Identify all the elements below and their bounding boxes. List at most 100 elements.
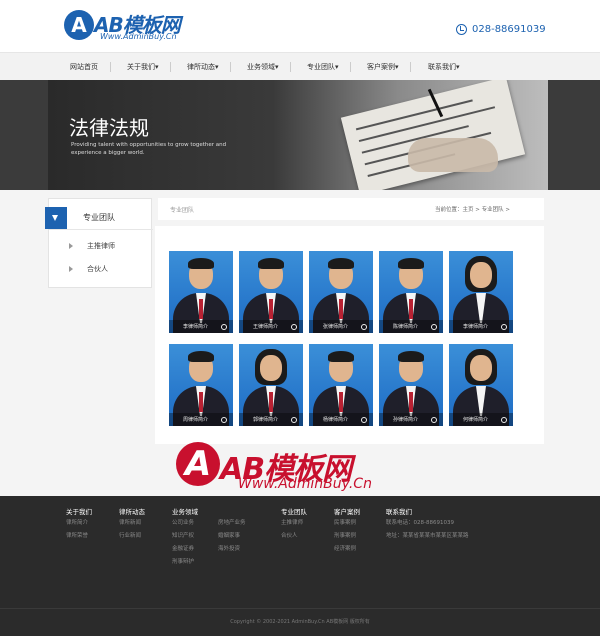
footer-column-practice: 业务领域 公司业务 知识产权 金融证券 刑事辩护 <box>172 506 198 572</box>
nav-divider <box>110 62 111 72</box>
nav-practice[interactable]: 业务领域▾ <box>247 53 279 81</box>
site-logo[interactable]: A AB模板网 Www.AdminBuy.Cn <box>64 10 184 44</box>
footer-link[interactable]: 行业新闻 <box>119 533 145 540</box>
team-member-card[interactable]: 陈律师简介 <box>379 251 443 333</box>
link-icon <box>221 417 227 423</box>
team-member-card[interactable]: 孙律师简介 <box>379 344 443 426</box>
nav-divider <box>290 62 291 72</box>
nav-news[interactable]: 律所动态▾ <box>187 53 219 81</box>
logo-mark-icon: A <box>64 10 94 40</box>
team-grid: 李律师简介 王律师简介 张律师简介 陈律师简介 李律师简介 周律师简介 郭律师简… <box>155 226 544 444</box>
footer-link[interactable]: 刑事辩护 <box>172 559 198 566</box>
link-icon <box>361 324 367 330</box>
footer-link[interactable]: 民事案例 <box>334 520 360 527</box>
team-member-name: 杨律师简介 <box>323 417 349 423</box>
link-icon <box>501 324 507 330</box>
banner-subtitle: Providing talent with opportunities to g… <box>71 142 227 156</box>
nav-about[interactable]: 关于我们▾ <box>127 53 159 81</box>
link-icon <box>501 417 507 423</box>
team-member-name: 李律师简介 <box>183 324 209 330</box>
footer-heading: 律所动态 <box>119 508 145 516</box>
team-member-card[interactable]: 何律师简介 <box>449 344 513 426</box>
nav-divider <box>230 62 231 72</box>
footer-link[interactable]: 律所简介 <box>66 520 92 527</box>
team-member-name: 陈律师简介 <box>393 324 419 330</box>
sidebar-item-label: 合伙人 <box>87 265 108 273</box>
sidebar-flag-icon <box>45 207 67 229</box>
link-icon <box>221 324 227 330</box>
site-header: A AB模板网 Www.AdminBuy.Cn 028-88691039 <box>0 0 600 52</box>
header-phone: 028-88691039 <box>456 22 546 36</box>
sidebar-item-partners[interactable]: 合伙人 <box>49 261 153 277</box>
sidebar: 专业团队 主推律师 合伙人 <box>45 198 153 288</box>
link-icon <box>291 324 297 330</box>
team-member-card[interactable]: 周律师简介 <box>169 344 233 426</box>
footer-column-about: 关于我们 律所简介 律所荣誉 <box>66 506 92 546</box>
breadcrumb[interactable]: 当前位置：主页 > 专业团队 > <box>435 205 510 213</box>
team-member-card[interactable]: 李律师简介 <box>169 251 233 333</box>
nav-team[interactable]: 专业团队▾ <box>307 53 339 81</box>
nav-cases[interactable]: 客户案例▾ <box>367 53 399 81</box>
footer-heading: 联系我们 <box>386 508 412 516</box>
footer-column-contact: 联系我们 联系电话：028-88691039 地址：某某省某某市某某区某某路 <box>386 506 469 546</box>
banner-title: 法律法规 <box>69 116 149 140</box>
sidebar-header: 专业团队 <box>45 203 153 229</box>
team-member-card[interactable]: 李律师简介 <box>449 251 513 333</box>
nav-divider <box>410 62 411 72</box>
footer-link[interactable]: 主推律师 <box>281 520 307 527</box>
footer-column-practice-2: 房地产业务 婚姻家事 海外投资 <box>218 506 246 559</box>
team-member-card[interactable]: 郭律师简介 <box>239 344 303 426</box>
footer-link[interactable]: 知识产权 <box>172 533 198 540</box>
team-member-card[interactable]: 杨律师简介 <box>309 344 373 426</box>
phone-icon <box>456 23 467 35</box>
watermark-logo: A AB模板网 Www.AdminBuy.Cn <box>176 442 416 498</box>
page: A AB模板网 Www.AdminBuy.Cn 028-88691039 网站首… <box>0 0 600 636</box>
watermark-subtext: Www.AdminBuy.Cn <box>238 476 372 492</box>
nav-contact[interactable]: 联系我们▾ <box>428 53 460 81</box>
nav-divider <box>170 62 171 72</box>
link-icon <box>291 417 297 423</box>
footer-contact-address: 地址：某某省某某市某某区某某路 <box>386 533 469 539</box>
footer-column-cases: 客户案例 民事案例 刑事案例 经济案例 <box>334 506 360 559</box>
footer-link[interactable]: 婚姻家事 <box>218 533 246 540</box>
team-member-name: 周律师简介 <box>183 417 209 423</box>
copyright-text: Copyright © 2002-2021 AdminBuy.Cn AB模板网 … <box>230 619 370 625</box>
footer-link[interactable]: 律所荣誉 <box>66 533 92 540</box>
team-member-name: 郭律师简介 <box>253 417 279 423</box>
footer-link[interactable]: 经济案例 <box>334 546 360 553</box>
watermark-mark-icon: A <box>176 442 220 486</box>
sidebar-divider <box>49 229 153 230</box>
team-member-card[interactable]: 张律师简介 <box>309 251 373 333</box>
footer-link[interactable]: 刑事案例 <box>334 533 360 540</box>
team-member-name: 王律师简介 <box>253 324 279 330</box>
link-icon <box>431 324 437 330</box>
sidebar-title: 专业团队 <box>83 213 115 222</box>
footer-link[interactable]: 公司业务 <box>172 520 198 527</box>
team-member-name: 张律师简介 <box>323 324 349 330</box>
team-member-card[interactable]: 王律师简介 <box>239 251 303 333</box>
footer-link[interactable]: 金融证券 <box>172 546 198 553</box>
site-footer: 关于我们 律所简介 律所荣誉 律所动态 律所新闻 行业新闻 业务领域 公司业务 … <box>0 496 600 636</box>
footer-link[interactable]: 海外投资 <box>218 546 246 553</box>
footer-link[interactable]: 合伙人 <box>281 533 307 540</box>
footer-link[interactable]: 房地产业务 <box>218 520 246 527</box>
footer-heading <box>218 506 246 514</box>
nav-home[interactable]: 网站首页 <box>70 53 98 81</box>
content-header: 专业团队 当前位置：主页 > 专业团队 > <box>158 198 544 220</box>
footer-heading: 专业团队 <box>281 508 307 516</box>
sidebar-item-lawyers[interactable]: 主推律师 <box>49 238 153 254</box>
footer-divider <box>0 608 600 609</box>
sidebar-item-label: 主推律师 <box>87 242 115 250</box>
footer-link[interactable]: 律所新闻 <box>119 520 145 527</box>
footer-heading: 关于我们 <box>66 508 92 516</box>
link-icon <box>431 417 437 423</box>
phone-number: 028-88691039 <box>472 23 546 35</box>
nav-divider <box>350 62 351 72</box>
logo-subtext: Www.AdminBuy.Cn <box>100 32 177 41</box>
main-nav: 网站首页 关于我们▾ 律所动态▾ 业务领域▾ 专业团队▾ 客户案例▾ 联系我们▾ <box>0 52 600 80</box>
chevron-right-icon <box>69 266 73 272</box>
banner-hand-graphic <box>408 138 498 172</box>
footer-heading: 业务领域 <box>172 508 198 516</box>
footer-contact-phone: 联系电话：028-88691039 <box>386 520 454 526</box>
team-member-name: 孙律师简介 <box>393 417 419 423</box>
